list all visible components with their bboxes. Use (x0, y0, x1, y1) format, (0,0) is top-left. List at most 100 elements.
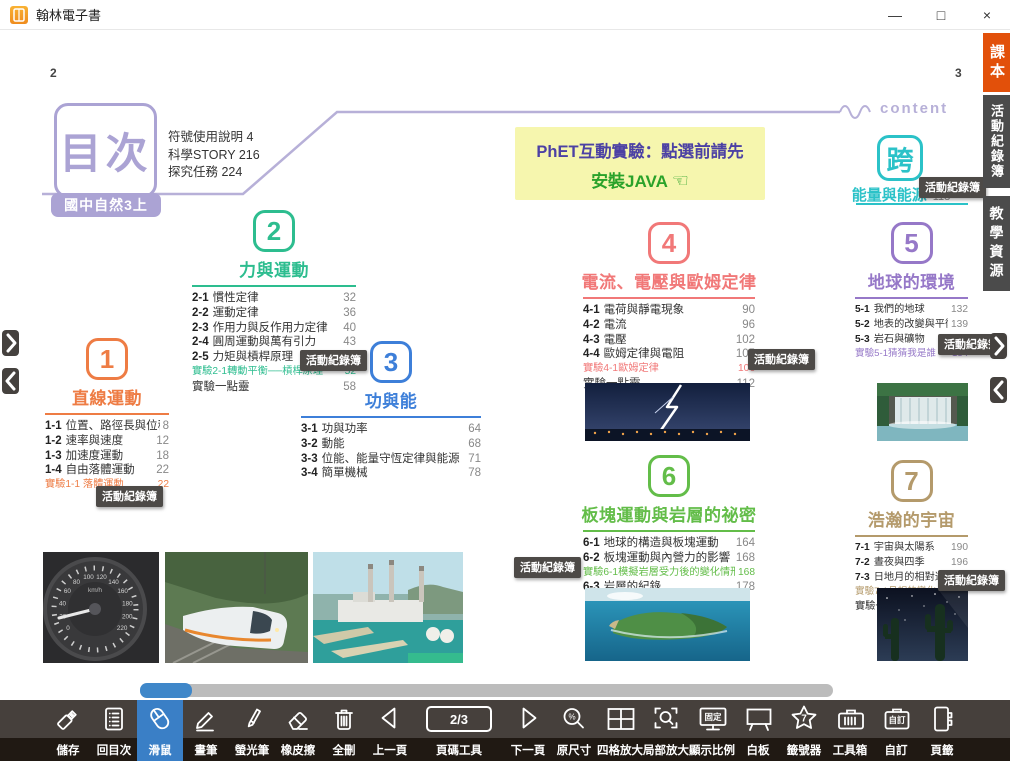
toc-item[interactable]: 1-1位置、路徑長與位移8 (45, 419, 169, 434)
toc-item[interactable]: 2-1慣性定律32 (192, 291, 356, 306)
chapter-2-title[interactable]: 力與運動 (239, 256, 309, 281)
tool-mouse[interactable]: 滑鼠 (137, 700, 183, 761)
left-edge-next-arrow[interactable] (2, 330, 19, 356)
toc-item[interactable]: 4-1電荷與靜電現象90 (583, 303, 755, 318)
close-button[interactable]: × (964, 0, 1010, 29)
chapter-4-number-badge[interactable]: 4 (648, 222, 690, 264)
chapter-7-number-badge[interactable]: 7 (891, 460, 933, 502)
right-edge-next-arrow[interactable] (990, 333, 1007, 359)
left-edge-prev-arrow[interactable] (2, 368, 19, 394)
power-plant-photo[interactable] (313, 552, 463, 663)
toc-item[interactable]: 4-4歐姆定律與電阻105 (583, 347, 755, 362)
trash-icon (329, 700, 359, 738)
eraser-icon (283, 700, 313, 738)
chapter-2-number-badge[interactable]: 2 (253, 210, 295, 252)
four-grid-icon (605, 700, 635, 738)
front-matter-item[interactable]: 科學STORY 216 (168, 147, 260, 165)
toc-item[interactable]: 3-4簡單機械78 (301, 466, 481, 481)
activity-record-badge-ch6[interactable]: 活動紀錄簿 (514, 557, 581, 578)
tool-whiteboard[interactable]: 白板 (735, 700, 781, 761)
tool-save[interactable]: 儲存 (45, 700, 91, 761)
chapter-7-title[interactable]: 浩瀚的宇宙 (868, 506, 956, 531)
toc-item[interactable]: 5-2地表的改變與平衡139 (855, 318, 968, 333)
tool-page-tabs[interactable]: 頁籤 (919, 700, 965, 761)
list-icon (99, 700, 129, 738)
toc-item[interactable]: 6-2板塊運動與內營力的影響168 (583, 551, 755, 566)
tool-number-picker[interactable]: 7 籤號器 (781, 700, 827, 761)
toc-item[interactable]: 實驗6-1模擬岩層受力後的變化情形168 (583, 566, 755, 581)
night-sky-cactus-photo[interactable] (877, 588, 968, 661)
tool-pen[interactable]: 畫筆 (183, 700, 229, 761)
tool-toolbox[interactable]: 工具箱 (827, 700, 873, 761)
maximize-button[interactable]: □ (918, 0, 964, 29)
activity-record-badge-cross[interactable]: 活動紀錄簿 (919, 177, 986, 198)
activity-record-badge-ch7[interactable]: 活動紀錄簿 (938, 570, 1005, 591)
toc-item[interactable]: 3-1功與功率64 (301, 422, 481, 437)
chapter-1-title[interactable]: 直線運動 (72, 384, 142, 409)
phet-notice[interactable]: PhET互動實驗：點選前請先 安裝JAVA☜ (515, 127, 765, 200)
toc-item[interactable]: 7-1宇宙與太陽系190 (855, 541, 968, 556)
toc-item[interactable]: 2-2運動定律36 (192, 306, 356, 321)
minimize-button[interactable]: — (872, 0, 918, 29)
right-edge-prev-arrow[interactable] (990, 377, 1007, 403)
chapter-divider (855, 297, 968, 299)
tool-highlighter[interactable]: 螢光筆 (229, 700, 275, 761)
activity-record-badge-ch4[interactable]: 活動紀錄簿 (748, 349, 815, 370)
tool-eraser[interactable]: 橡皮擦 (275, 700, 321, 761)
chapter-6-number-badge[interactable]: 6 (648, 455, 690, 497)
chapter-4-item-list: 4-1電荷與靜電現象904-2電流964-3電壓1024-4歐姆定律與電阻105… (583, 303, 755, 392)
lightning-photo[interactable] (585, 383, 750, 441)
tool-prev-page[interactable]: 上一頁 (367, 700, 413, 761)
toc-item[interactable]: 1-2速率與速度12 (45, 434, 169, 449)
toc-item[interactable]: 實驗4-1歐姆定律106 (583, 362, 755, 377)
train-photo[interactable] (165, 552, 308, 663)
chapter-3-title[interactable]: 功與能 (365, 387, 418, 412)
horizontal-scrollbar-track[interactable] (177, 684, 833, 697)
cross-topic-badge[interactable]: 跨 (877, 135, 923, 181)
tool-original-size[interactable]: % 原尺寸 (551, 700, 597, 761)
tab-textbook[interactable]: 課本 (983, 33, 1010, 92)
svg-text:120: 120 (96, 574, 107, 581)
horizontal-scrollbar-thumb[interactable] (140, 683, 192, 698)
toc-item[interactable]: 1-4自由落體運動22 (45, 463, 169, 478)
chapter-5-number-badge[interactable]: 5 (891, 222, 933, 264)
tool-display-ratio[interactable]: 固定 顯示比例 (689, 700, 735, 761)
tool-custom[interactable]: 自訂 自訂 (873, 700, 919, 761)
speedometer-photo[interactable]: km/h 020406080100120140160180200220 (43, 552, 159, 663)
front-matter-item[interactable]: 探究任務 224 (168, 164, 260, 182)
chapter-3-number-badge[interactable]: 3 (370, 341, 412, 383)
tab-teaching-resources[interactable]: 教學資源 (983, 196, 1010, 291)
activity-record-badge-ch2[interactable]: 活動紀錄簿 (300, 350, 367, 371)
tool-next-page[interactable]: 下一頁 (505, 700, 551, 761)
toc-item[interactable]: 6-1地球的構造與板塊運動164 (583, 536, 755, 551)
tool-four-grid-zoom[interactable]: 四格放大 (597, 700, 643, 761)
chapter-4-title[interactable]: 電流、電壓與歐姆定律 (582, 268, 757, 293)
chapter-1-number-badge[interactable]: 1 (86, 338, 128, 380)
front-matter-item[interactable]: 符號使用說明 4 (168, 129, 260, 147)
chevron-left-icon (992, 379, 1006, 401)
tab-activity-record-book[interactable]: 活動紀錄簿 (983, 95, 1010, 188)
toc-item[interactable]: 1-3加速度運動18 (45, 449, 169, 464)
cross-topic-title[interactable]: 能量與能源 (852, 184, 927, 205)
activity-record-badge-ch1[interactable]: 活動紀錄簿 (96, 486, 163, 507)
toc-item[interactable]: 4-3電壓102 (583, 333, 755, 348)
svg-text:40: 40 (59, 600, 67, 607)
chapter-6-title[interactable]: 板塊運動與岩層的祕密 (582, 501, 757, 526)
tool-back-to-toc[interactable]: 回目次 (91, 700, 137, 761)
toc-item[interactable]: 7-2晝夜與四季196 (855, 556, 968, 571)
toc-item[interactable]: 5-1我們的地球132 (855, 303, 968, 318)
pointing-hand-icon: ☜ (672, 171, 689, 192)
tool-partial-zoom[interactable]: 局部放大 (643, 700, 689, 761)
toc-item[interactable]: 4-2電流96 (583, 318, 755, 333)
tool-delete-all[interactable]: 全刪 (321, 700, 367, 761)
island-photo[interactable] (585, 588, 750, 661)
chapter-divider (583, 530, 755, 532)
ebook-window: 翰林電子書 — □ × 課本 活動紀錄簿 教學資源 2 3 content 目次… (0, 0, 1010, 761)
toc-item[interactable]: 3-3位能、能量守恆定律與能源71 (301, 452, 481, 467)
toc-item[interactable]: 3-2動能68 (301, 437, 481, 452)
tool-page-number[interactable]: 2/3 頁碼工具 (413, 700, 505, 761)
toc-item[interactable]: 2-3作用力與反作用力定律40 (192, 321, 356, 336)
subject-grade-label: 國中自然3上 (51, 193, 161, 217)
chapter-5-title[interactable]: 地球的環境 (868, 268, 956, 293)
waterfall-photo[interactable] (877, 383, 968, 441)
